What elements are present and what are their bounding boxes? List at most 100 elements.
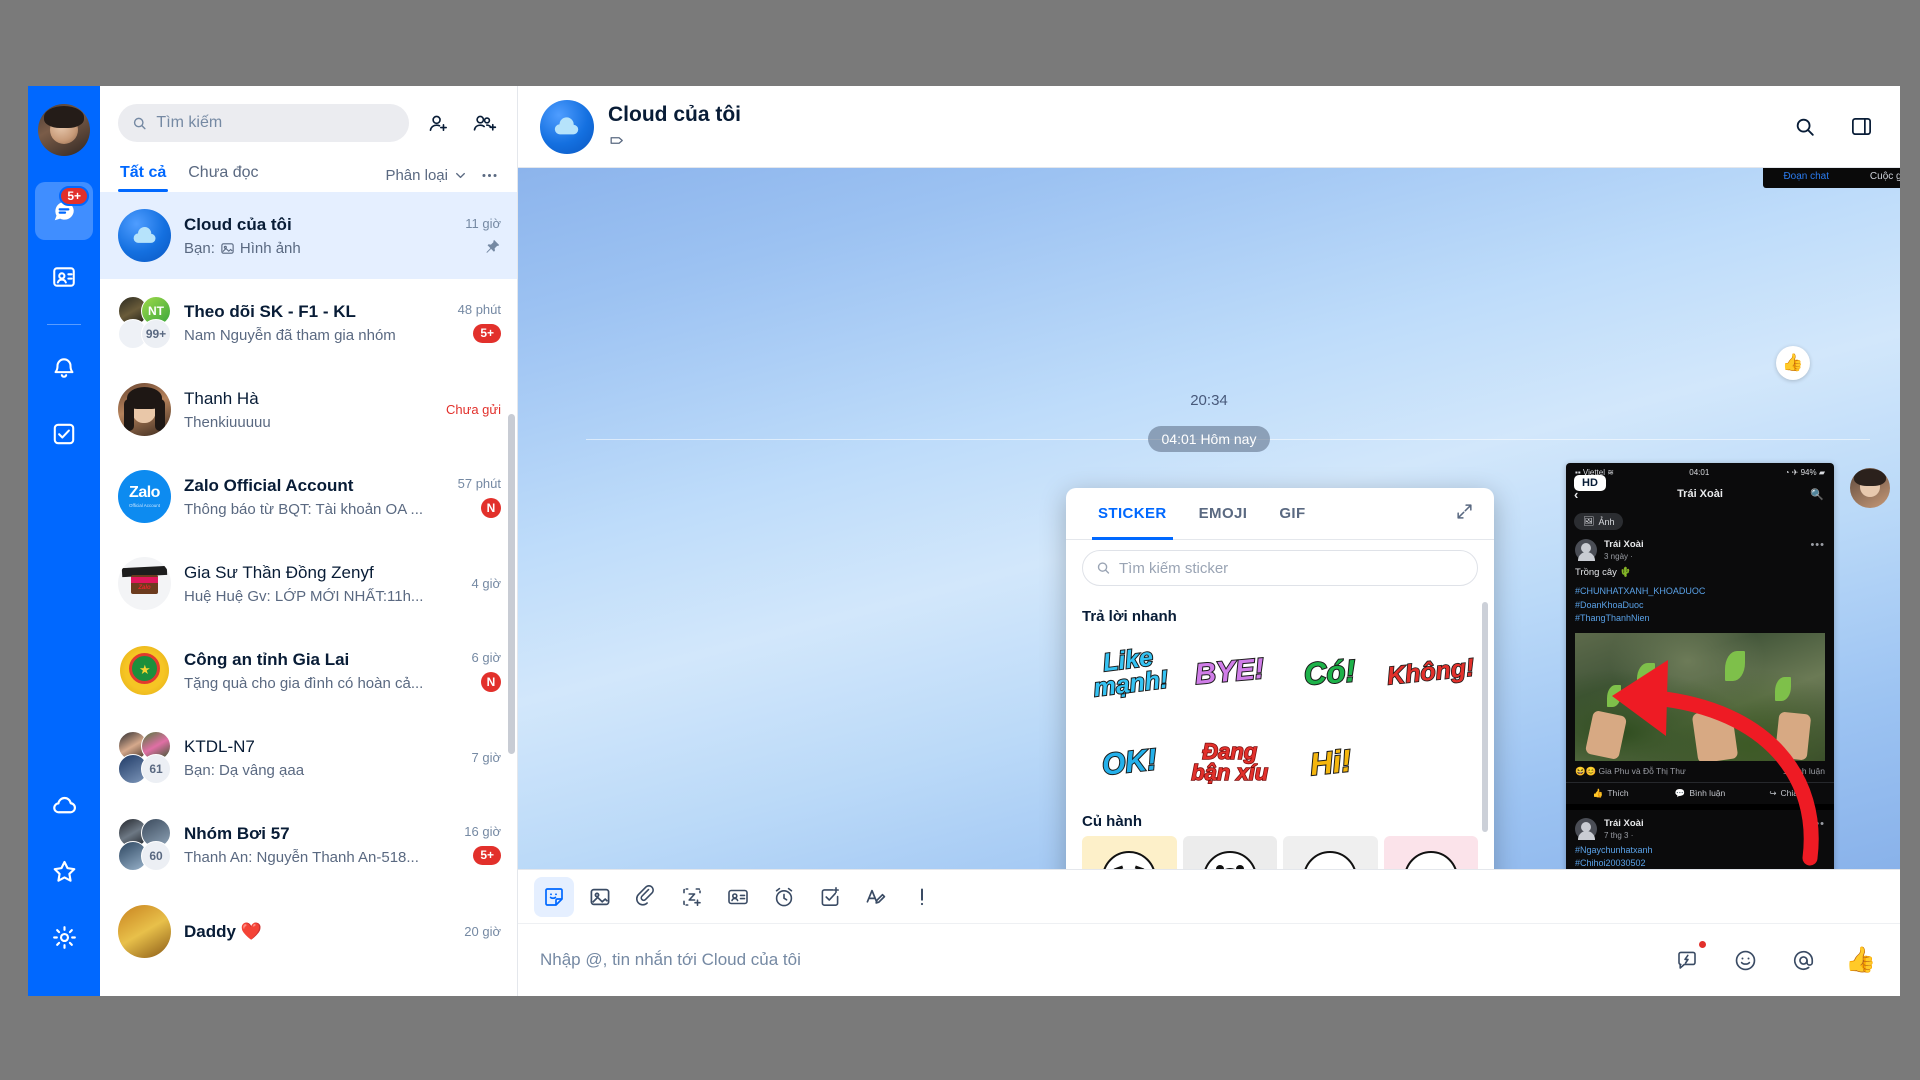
conversation-name: Daddy ❤️	[184, 921, 262, 941]
hashtag-2[interactable]: #ThangThanhNien	[1575, 612, 1825, 626]
action-like[interactable]: 👍 Thích	[1566, 788, 1655, 799]
rail-item-todo[interactable]	[35, 405, 93, 463]
post-author: Trái Xoài	[1604, 817, 1644, 829]
sticker-onion-love[interactable]	[1383, 836, 1478, 869]
photo-chip[interactable]: 🖼 Ảnh	[1574, 513, 1624, 530]
hashtag-0[interactable]: #Ngaychunhatxanh	[1575, 844, 1825, 858]
chat-message-area[interactable]: Đoạn chat Cuộc gọi Danh bạ Tin Xóa 👍 20:…	[518, 168, 1900, 869]
sticker-search-box[interactable]	[1082, 550, 1478, 586]
composer-toolbar	[518, 870, 1900, 924]
chat-avatar[interactable]	[540, 99, 594, 154]
conversation-item-zalo-oa[interactable]: Zalo Official Account Zalo Official Acco…	[100, 453, 517, 540]
sticker-search-input[interactable]	[1119, 559, 1464, 577]
conversation-item-daddy[interactable]: Daddy ❤️ 20 giờ	[100, 888, 517, 975]
hashtag-1[interactable]: #Chihoi20030502	[1575, 857, 1825, 869]
conversation-item-cloud[interactable]: Cloud của tôi Bạn: Hình ảnh 11 giờ	[100, 192, 517, 279]
sticker-line-0: Có!	[1302, 653, 1358, 694]
search-icon[interactable]: 🔍	[1810, 488, 1824, 501]
rail-item-notifications[interactable]	[35, 339, 93, 397]
previous-message-partial[interactable]: Đoạn chat Cuộc gọi Danh bạ Tin	[1763, 168, 1900, 188]
conversation-item-thanh-ha[interactable]: Thanh Hà Thenkiuuuuu Chưa gửi	[100, 366, 517, 453]
fb-post-2: Trái Xoài 7 thg 3 · ••• #Ngaychunhatxanh…	[1566, 803, 1834, 870]
sticker-onion-laugh[interactable]	[1082, 836, 1177, 869]
sticker-ok[interactable]: OK!	[1082, 721, 1177, 805]
format-button[interactable]	[856, 877, 896, 917]
conversation-item-nhom-boi-57[interactable]: 60 Nhóm Bơi 57 Thanh An: Nguyễn Thanh An…	[100, 801, 517, 888]
post-photo	[1575, 632, 1825, 761]
expand-button[interactable]	[1455, 502, 1478, 526]
action-comment[interactable]: 💬 Bình luận	[1655, 788, 1744, 799]
sticker-co[interactable]: Có!	[1283, 631, 1378, 715]
post-reaction-bar: 😆😊 Gia Phu và Đỗ Thị Thư 1 bình luận	[1566, 761, 1834, 782]
at-icon	[1793, 950, 1813, 970]
chat-search-button[interactable]	[1788, 110, 1822, 144]
conversation-item-ktdl-n7[interactable]: 61 KTDL-N7 Bạn: Dạ vâng ạaa 7 giờ	[100, 714, 517, 801]
screenshot-button[interactable]	[672, 877, 712, 917]
tag-icon	[610, 137, 623, 144]
sticker-icon	[545, 887, 563, 906]
filter-dropdown[interactable]: Phân loại	[385, 167, 467, 184]
sticker-scrollbar[interactable]	[1482, 602, 1488, 832]
message-input[interactable]	[540, 950, 1652, 970]
search-input[interactable]	[156, 114, 395, 132]
rail-item-favorites[interactable]	[35, 842, 93, 900]
emoji-button[interactable]	[1728, 943, 1762, 977]
sticker-hi[interactable]: Hi!	[1283, 721, 1378, 805]
chat-subtitle[interactable]	[608, 131, 741, 150]
sticker-line-1: bận xíu	[1190, 760, 1269, 785]
conversation-item-cong-an[interactable]: ★ Công an tỉnh Gia Lai Tặng quà cho gia …	[100, 627, 517, 714]
rail-item-cloud[interactable]	[35, 776, 93, 834]
reaction-thumbs-up-top[interactable]: 👍	[1776, 346, 1810, 380]
todo-button[interactable]	[810, 877, 850, 917]
tab-sticker[interactable]: STICKER	[1082, 488, 1183, 540]
user-avatar[interactable]	[38, 104, 90, 156]
create-group-button[interactable]	[467, 106, 501, 140]
sticker-scroll-area[interactable]: Trả lời nhanh Like mạnh! BYE! Có! Không!…	[1066, 592, 1494, 869]
image-button[interactable]	[580, 877, 620, 917]
action-share[interactable]: ↪ Chia sẻ	[1745, 788, 1834, 799]
more-button[interactable]	[902, 877, 942, 917]
sticker-dang-ban-xiu[interactable]: Đang bận xíu	[1183, 721, 1278, 805]
search-box[interactable]	[118, 104, 409, 142]
rail-item-settings[interactable]	[35, 908, 93, 966]
avatar	[118, 905, 171, 958]
conversation-list-scrollbar[interactable]	[508, 414, 515, 754]
sticker-button[interactable]	[534, 876, 574, 917]
conversation-name: KTDL-N7	[184, 736, 255, 756]
business-card-button[interactable]	[718, 877, 758, 917]
post-more-icon[interactable]: •••	[1810, 818, 1825, 830]
reminder-button[interactable]	[764, 877, 804, 917]
conversation-name: Cloud của tôi	[184, 214, 292, 234]
tab-emoji[interactable]: EMOJI	[1183, 488, 1264, 540]
like-button[interactable]: 👍	[1844, 943, 1878, 977]
conversation-list[interactable]: Cloud của tôi Bạn: Hình ảnh 11 giờ NT 99…	[100, 192, 517, 996]
sticker-picker-popup[interactable]: STICKER EMOJI GIF Tìm kiếm sticker Trả l…	[1066, 488, 1494, 869]
toggle-info-panel-button[interactable]	[1844, 110, 1878, 144]
quick-message-button[interactable]	[1670, 941, 1706, 977]
tab-all[interactable]: Tất cả	[118, 158, 169, 192]
rail-item-messages[interactable]: 5+	[35, 182, 93, 240]
sticker-onion-shock[interactable]	[1283, 836, 1378, 869]
add-friend-button[interactable]	[421, 106, 455, 140]
conversation-item-theo-doi-sk[interactable]: NT 99+ Theo dõi SK - F1 - KL Nam Nguyễn …	[100, 279, 517, 366]
conversation-more-button[interactable]	[477, 163, 501, 187]
chat-header: Cloud của tôi	[518, 86, 1900, 168]
sticker-bye[interactable]: BYE!	[1183, 631, 1278, 715]
sticker-onion-cry[interactable]	[1182, 836, 1277, 869]
rail-item-contacts[interactable]	[35, 248, 93, 306]
conversation-preview: Bạn: Hình ảnh	[184, 240, 452, 257]
tab-unread[interactable]: Chưa đọc	[186, 158, 260, 192]
sticker-khong[interactable]: Không!	[1384, 631, 1479, 715]
conversation-item-gia-su[interactable]: Zalo Gia Sư Thần Đồng Zenyf Huệ Huệ Gv: …	[100, 540, 517, 627]
tab-gif[interactable]: GIF	[1263, 488, 1321, 540]
phone-screenshot[interactable]: HD ▪▪ Viettel ≋ 04:01 ◔ ✈ 94% ▰ ‹ Trái X…	[1566, 463, 1834, 869]
chevron-down-icon	[456, 172, 465, 178]
hashtag-0[interactable]: #CHUNHATXANH_KHOADUOC	[1575, 585, 1825, 599]
attach-button[interactable]	[626, 877, 666, 917]
checklist-icon	[53, 423, 75, 445]
mention-button[interactable]	[1786, 943, 1820, 977]
message-image-bubble[interactable]: HD ▪▪ Viettel ≋ 04:01 ◔ ✈ 94% ▰ ‹ Trái X…	[1566, 463, 1834, 869]
post-more-icon[interactable]: •••	[1810, 539, 1825, 551]
sticker-like-manh[interactable]: Like mạnh!	[1082, 631, 1177, 715]
hashtag-1[interactable]: #DoanKhoaDuoc	[1575, 599, 1825, 613]
